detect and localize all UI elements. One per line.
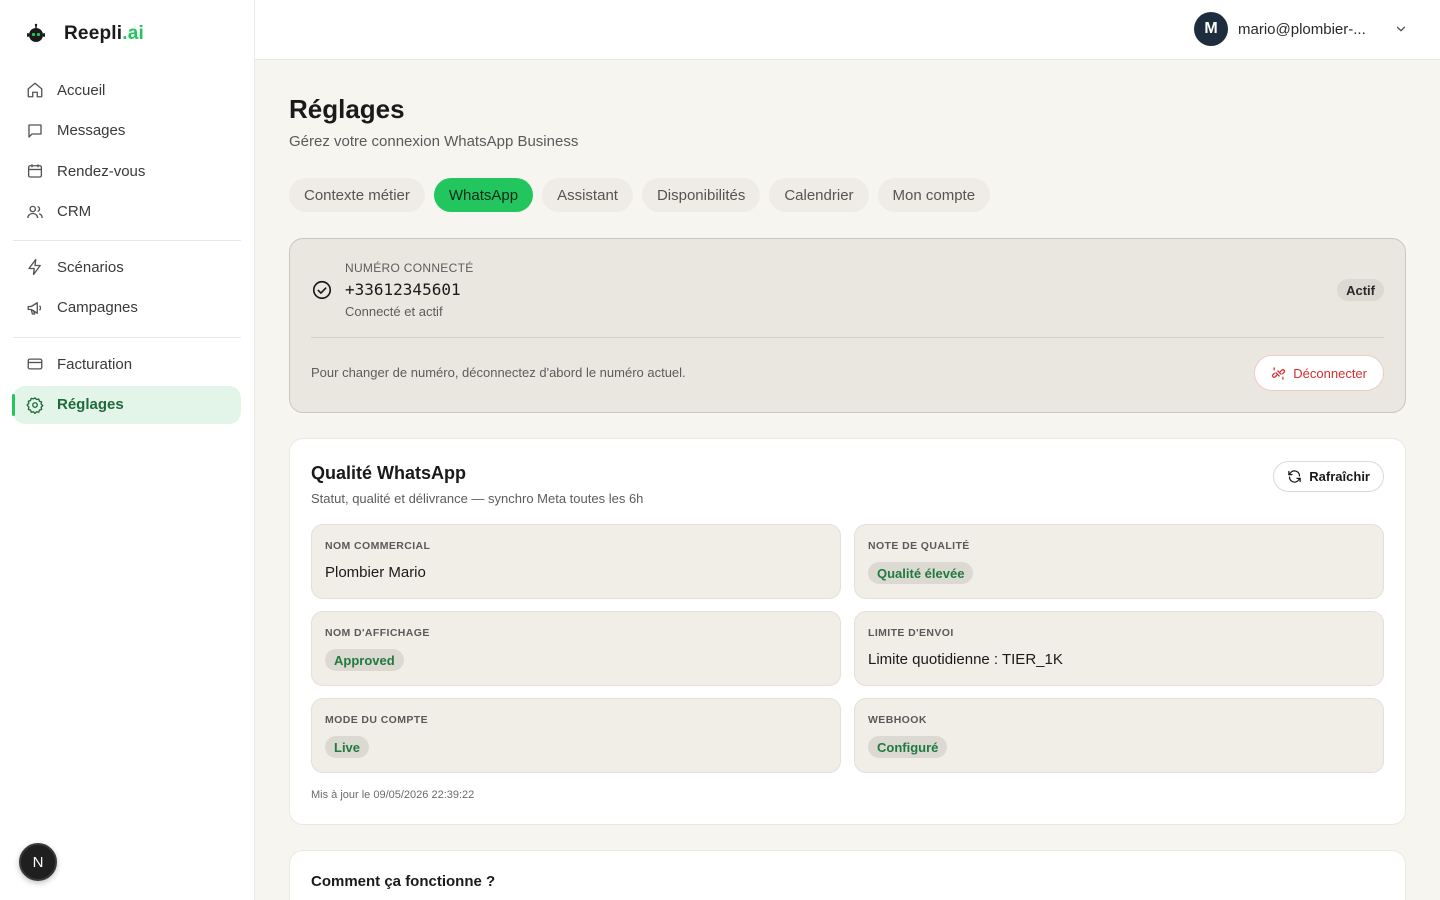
lightning-icon: [25, 257, 45, 277]
robot-icon: [22, 20, 50, 48]
tile-account-mode: MODE DU COMPTE Live: [311, 698, 841, 773]
sidebar-item-label: Accueil: [57, 81, 106, 99]
sidebar-item-rendez-vous[interactable]: Rendez-vous: [13, 152, 241, 190]
connected-number-card: NUMÉRO CONNECTÉ +33612345601 Connecté et…: [289, 238, 1406, 413]
tile-label: MODE DU COMPTE: [325, 714, 429, 726]
megaphone-icon: [25, 298, 45, 318]
tile-send-limit: LIMITE D'ENVOI Limite quotidienne : TIER…: [854, 611, 1384, 686]
user-menu[interactable]: M mario@plombier-...: [1194, 12, 1410, 46]
disconnect-button[interactable]: Déconnecter: [1254, 355, 1384, 391]
tile-commercial-name: NOM COMMERCIAL Plombier Mario: [311, 524, 841, 599]
refresh-label: Rafraîchir: [1309, 469, 1370, 484]
how-it-works-card: Comment ça fonctionne ?: [289, 850, 1406, 900]
sidebar-item-label: Réglages: [57, 396, 124, 413]
tile-value: Limite quotidienne : TIER_1K: [868, 651, 1063, 668]
whatsapp-quality-card: Qualité WhatsApp Statut, qualité et déli…: [289, 438, 1406, 825]
connected-number-label: NUMÉRO CONNECTÉ: [345, 261, 474, 275]
status-badge: Configuré: [868, 736, 948, 758]
change-number-help: Pour changer de numéro, déconnectez d'ab…: [311, 365, 686, 380]
tile-label: NOM COMMERCIAL: [325, 540, 431, 552]
tab-calendrier[interactable]: Calendrier: [769, 178, 869, 212]
status-badge: Live: [325, 736, 370, 758]
avatar: M: [1194, 12, 1228, 46]
tab-whatsapp[interactable]: WhatsApp: [433, 178, 534, 212]
topbar: M mario@plombier-...: [255, 0, 1440, 60]
sidebar-item-campagnes[interactable]: Campagnes: [13, 289, 241, 327]
sidebar-item-scenarios[interactable]: Scénarios: [13, 248, 241, 286]
tile-label: LIMITE D'ENVOI: [868, 627, 954, 639]
refresh-icon: [1287, 469, 1302, 484]
page-subtitle: Gérez votre connexion WhatsApp Business: [289, 133, 579, 150]
sidebar-item-reglages[interactable]: Réglages: [12, 385, 241, 424]
calendar-icon: [25, 161, 45, 181]
tab-contexte-metier[interactable]: Contexte métier: [289, 178, 425, 212]
sidebar-item-label: Scénarios: [57, 258, 124, 276]
gear-icon: [25, 395, 45, 415]
users-icon: [25, 202, 45, 222]
settings-tabs: Contexte métier WhatsApp Assistant Dispo…: [289, 178, 991, 212]
nav-group-account: Facturation Réglages: [12, 345, 241, 426]
sidebar: Reepli.ai Accueil Messages Rendez-vous C…: [0, 0, 255, 900]
tile-display-name: NOM D'AFFICHAGE Approved: [311, 611, 841, 686]
brand-name: Reepli.ai: [64, 23, 144, 44]
nav-group-automation: Scénarios Campagnes: [13, 248, 241, 329]
sidebar-item-label: Facturation: [57, 355, 133, 373]
refresh-button[interactable]: Rafraîchir: [1273, 461, 1384, 492]
sidebar-item-label: CRM: [57, 203, 92, 220]
connection-status: Connecté et actif: [345, 304, 443, 319]
check-circle-icon: [311, 279, 333, 301]
tile-webhook: WEBHOOK Configuré: [854, 698, 1384, 773]
sidebar-item-facturation[interactable]: Facturation: [13, 345, 241, 383]
quality-title: Qualité WhatsApp: [311, 463, 467, 483]
tile-label: WEBHOOK: [868, 714, 927, 726]
sidebar-item-label: Campagnes: [57, 299, 138, 316]
sidebar-item-accueil[interactable]: Accueil: [13, 71, 241, 109]
status-badge: Approved: [325, 649, 404, 671]
tile-value: Plombier Mario: [325, 564, 426, 581]
home-icon: [25, 80, 45, 100]
sidebar-divider: [13, 337, 241, 338]
disconnect-label: Déconnecter: [1293, 365, 1367, 381]
tab-assistant[interactable]: Assistant: [542, 178, 633, 212]
tab-disponibilites[interactable]: Disponibilités: [641, 178, 761, 212]
unlink-icon: [1271, 366, 1286, 381]
brand[interactable]: Reepli.ai: [22, 20, 144, 48]
tile-label: NOTE DE QUALITÉ: [868, 540, 970, 552]
sidebar-item-label: Messages: [57, 122, 126, 139]
status-badge: Actif: [1337, 279, 1384, 301]
tab-mon-compte[interactable]: Mon compte: [877, 178, 991, 212]
card-divider: [311, 337, 1384, 338]
nav-group-main: Accueil Messages Rendez-vous CRM: [13, 71, 241, 233]
sidebar-item-messages[interactable]: Messages: [13, 112, 241, 150]
status-badge: Qualité élevée: [868, 562, 974, 584]
how-it-works-title: Comment ça fonctionne ?: [311, 873, 496, 890]
tile-label: NOM D'AFFICHAGE: [325, 627, 430, 639]
user-email: mario@plombier-...: [1238, 20, 1366, 38]
sidebar-item-crm[interactable]: CRM: [13, 193, 241, 231]
quality-subtitle: Statut, qualité et délivrance — synchro …: [311, 491, 644, 506]
message-icon: [25, 121, 45, 141]
sidebar-item-label: Rendez-vous: [57, 162, 146, 180]
dev-tools-badge[interactable]: N: [19, 843, 57, 881]
connected-number: +33612345601: [345, 280, 461, 299]
page-title: Réglages: [289, 94, 405, 124]
tile-quality-rating: NOTE DE QUALITÉ Qualité élevée: [854, 524, 1384, 599]
chevron-down-icon: [1392, 20, 1410, 38]
last-updated: Mis à jour le 09/05/2026 22:39:22: [311, 789, 475, 801]
credit-card-icon: [25, 354, 45, 374]
sidebar-divider: [13, 240, 241, 241]
